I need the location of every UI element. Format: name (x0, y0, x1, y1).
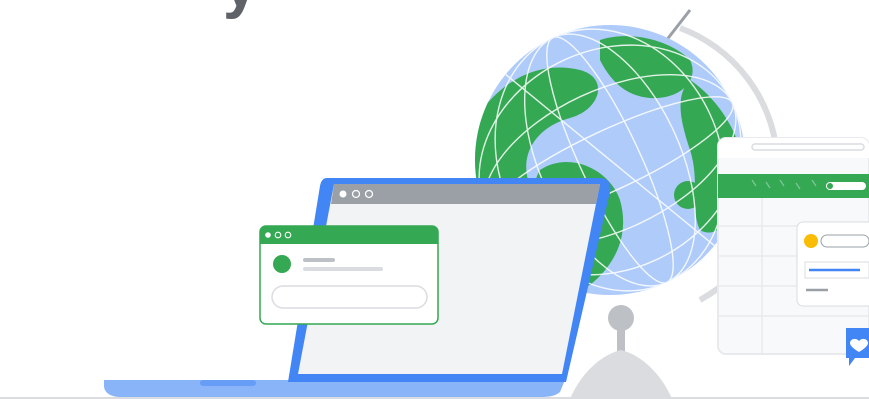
popup-card (259, 225, 439, 325)
popup-avatar (273, 255, 291, 273)
laptop-trackpad-notch (200, 380, 256, 386)
sheet-pill-field (820, 234, 869, 248)
sheet-highlight-dot (804, 234, 818, 248)
popup-text-line-2 (303, 267, 383, 271)
popup-text-line-1 (303, 258, 335, 262)
laptop-base (104, 380, 565, 397)
globe-stand-base (570, 350, 672, 399)
hero-illustration: y (104, 0, 869, 399)
globe-stand (570, 305, 672, 399)
sheet-panel (717, 137, 869, 355)
popup-titlebar (260, 226, 438, 244)
popup-input-pill (271, 285, 428, 309)
headline-fragment: y (223, 0, 258, 20)
laptop-titlebar (331, 184, 600, 204)
heart-chat-icon (846, 328, 869, 366)
globe-stand-knob (608, 305, 634, 331)
